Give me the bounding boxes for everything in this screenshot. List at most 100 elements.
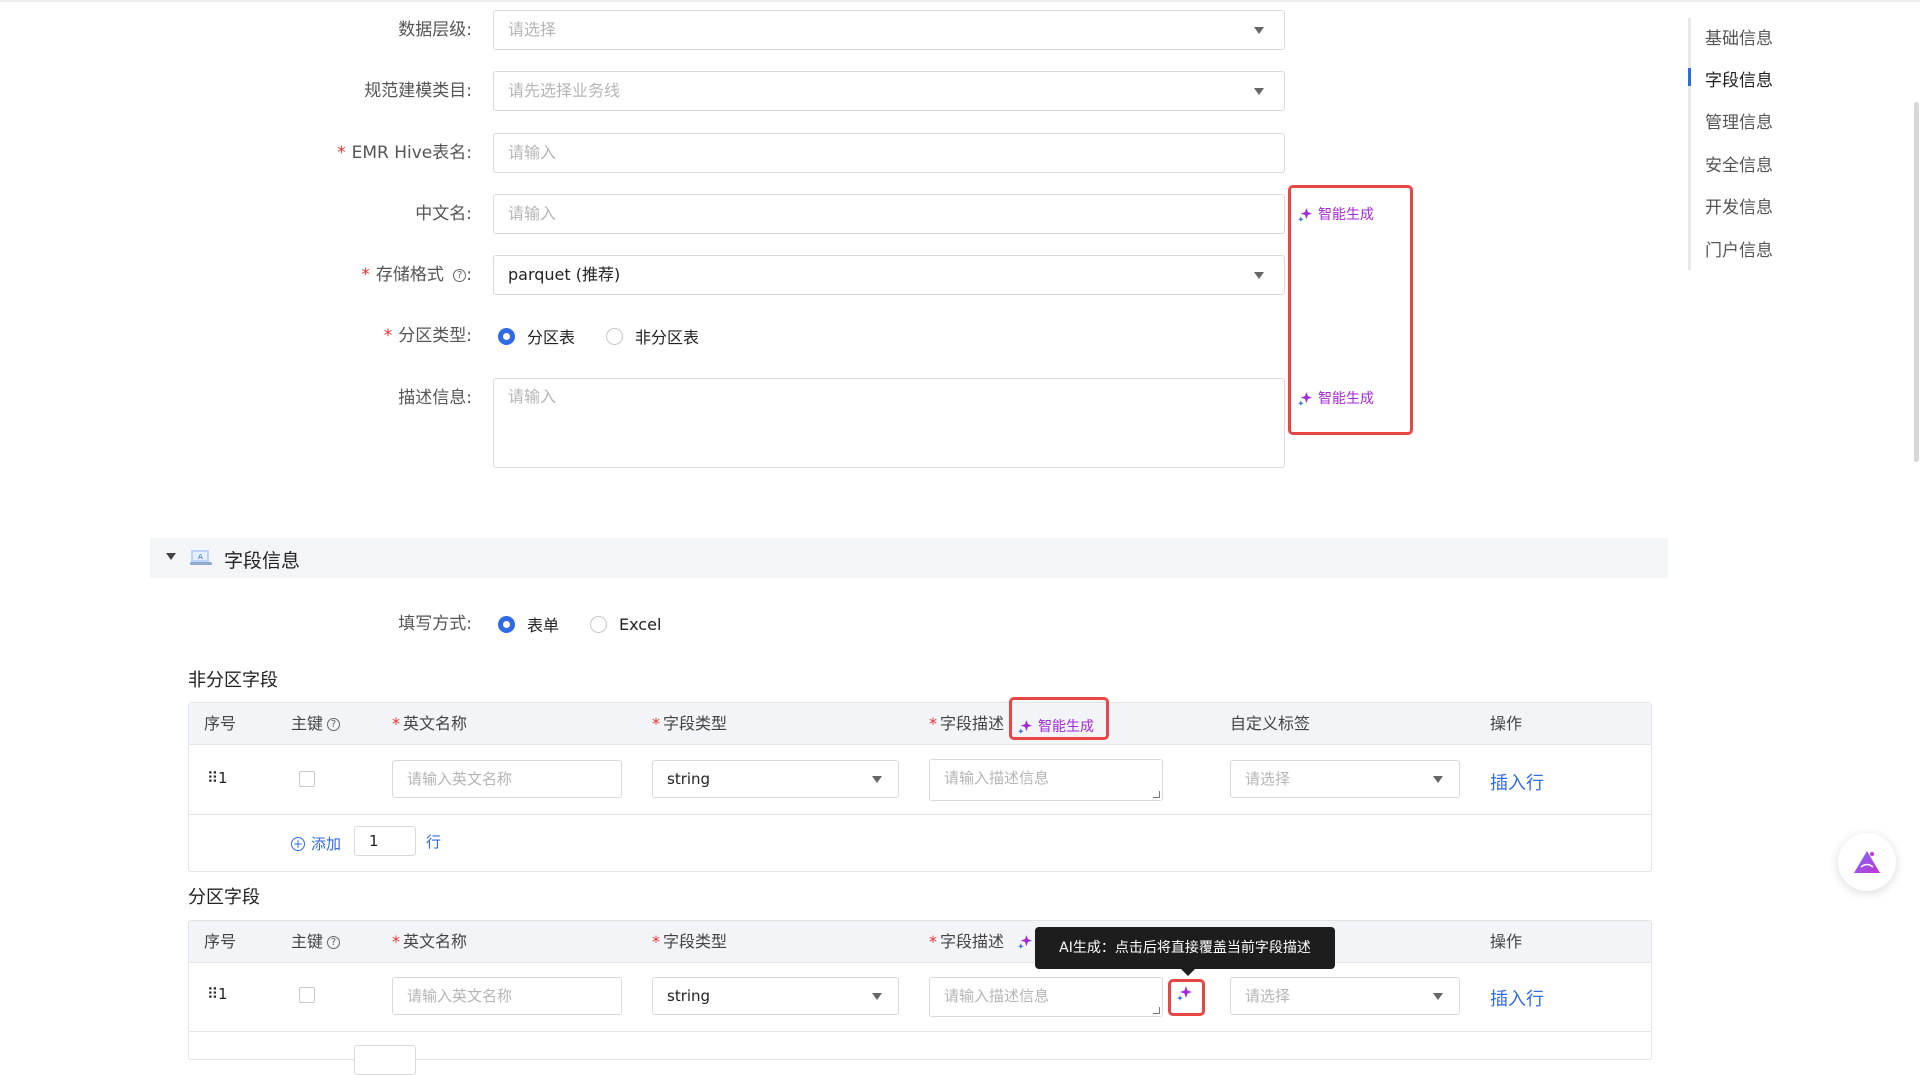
radio-non-partition-table[interactable]: 非分区表 — [606, 324, 699, 348]
sparkle-icon[interactable] — [1018, 934, 1033, 953]
chevron-down-icon — [1254, 27, 1264, 34]
help-icon[interactable]: ? — [453, 268, 467, 282]
partition-table: 序号 主键? * 英文名称 * 字段类型 * 字段描述 操作 ⠿1 请输入英文名称 s… — [188, 920, 1652, 1075]
col-index: 序号 — [204, 714, 237, 733]
plus-circle-icon: + — [291, 836, 305, 851]
hive-table-label: * EMR Hive表名: — [337, 143, 472, 163]
add-row-unit: 行 — [426, 833, 442, 851]
radio-checked-icon — [498, 327, 515, 345]
col-actions: 操作 — [1490, 932, 1523, 951]
radio-partition-table[interactable]: 分区表 — [498, 324, 575, 348]
chevron-down-icon — [1254, 88, 1264, 95]
fill-mode-label: 填写方式: — [398, 614, 472, 634]
radio-fill-excel[interactable]: Excel — [590, 612, 661, 636]
description-textarea[interactable]: 请输入 — [493, 378, 1285, 468]
nav-item-management-info[interactable]: 管理信息 — [1705, 108, 1773, 133]
anchor-nav-indicator — [1688, 68, 1691, 86]
insert-row-link[interactable]: 插入行 — [1490, 769, 1544, 795]
highlight-box — [1009, 697, 1109, 740]
modeling-category-select[interactable]: 请先选择业务线 — [493, 71, 1285, 111]
primary-key-checkbox[interactable] — [299, 987, 315, 1003]
storage-format-value: parquet (推荐) — [508, 265, 621, 284]
col-en-name: * 英文名称 — [392, 932, 468, 951]
modeling-category-placeholder: 请先选择业务线 — [508, 81, 621, 100]
col-field-type: * 字段类型 — [652, 714, 728, 733]
col-actions: 操作 — [1490, 714, 1523, 733]
ai-assistant-icon — [1854, 851, 1880, 873]
add-row-count-input[interactable] — [354, 1045, 416, 1075]
chevron-down-icon — [1433, 993, 1443, 1000]
section-table-icon: A — [190, 548, 212, 570]
data-level-label: 数据层级: — [398, 20, 472, 40]
partition-title: 分区字段 — [188, 887, 260, 908]
partition-type-label: * 分区类型: — [383, 326, 472, 346]
field-desc-textarea[interactable]: 请输入描述信息 — [929, 977, 1163, 1017]
nav-item-development-info[interactable]: 开发信息 — [1705, 193, 1773, 218]
data-level-select[interactable]: 请选择 — [493, 10, 1285, 50]
field-type-select[interactable]: string — [652, 760, 899, 798]
chevron-down-icon — [872, 776, 882, 783]
section-title: 字段信息 — [224, 550, 301, 572]
ai-tooltip: AI生成：点击后将直接覆盖当前字段描述 — [1035, 927, 1335, 976]
nav-item-portal-info[interactable]: 门户信息 — [1705, 236, 1773, 261]
table-header: 序号 主键? * 英文名称 * 字段类型 * 字段描述 操作 — [189, 921, 1651, 963]
radio-fill-form[interactable]: 表单 — [498, 612, 559, 636]
top-divider — [0, 0, 1920, 2]
cn-name-input[interactable]: 请输入 — [493, 194, 1285, 234]
chevron-down-icon — [1254, 272, 1264, 279]
cn-name-placeholder: 请输入 — [508, 204, 557, 223]
en-name-input[interactable]: 请输入英文名称 — [392, 977, 622, 1015]
drag-handle-icon[interactable]: ⠿ — [207, 985, 218, 1003]
cn-name-label: 中文名: — [415, 204, 472, 224]
drag-handle-icon[interactable]: ⠿ — [207, 769, 218, 787]
highlight-box — [1168, 979, 1205, 1016]
add-row-button[interactable]: + 添加 — [291, 833, 341, 854]
description-placeholder: 请输入 — [508, 387, 557, 406]
row-divider — [189, 1031, 1651, 1032]
col-field-type: * 字段类型 — [652, 932, 728, 951]
col-custom-tag: 自定义标签 — [1230, 714, 1311, 733]
ai-assistant-button[interactable] — [1838, 833, 1896, 891]
nav-item-basic-info[interactable]: 基础信息 — [1705, 24, 1773, 49]
en-name-input[interactable]: 请输入英文名称 — [392, 760, 622, 798]
primary-key-checkbox[interactable] — [299, 771, 315, 787]
radio-unchecked-icon — [590, 615, 607, 633]
highlight-box — [1288, 185, 1413, 435]
data-level-placeholder: 请选择 — [508, 20, 557, 39]
table-header: 序号 主键? * 英文名称 * 字段类型 * 字段描述 智能生成 自定义标签 操作 — [189, 703, 1651, 745]
svg-text:A: A — [198, 553, 203, 561]
custom-tag-select[interactable]: 请选择 — [1230, 977, 1460, 1015]
collapse-caret-icon[interactable] — [166, 553, 176, 560]
resize-handle-icon[interactable] — [1153, 791, 1160, 798]
insert-row-link[interactable]: 插入行 — [1490, 985, 1544, 1011]
hive-table-input[interactable]: 请输入 — [493, 133, 1285, 173]
row-index: ⠿1 — [207, 985, 228, 1003]
radio-unchecked-icon — [606, 327, 623, 345]
col-en-name: * 英文名称 — [392, 714, 468, 733]
col-field-desc: * 字段描述 — [929, 714, 1005, 733]
field-type-select[interactable]: string — [652, 977, 899, 1015]
col-primary-key: 主键? — [291, 703, 341, 745]
nav-item-field-info[interactable]: 字段信息 — [1705, 66, 1773, 91]
scrollbar[interactable] — [1914, 102, 1919, 462]
custom-tag-select[interactable]: 请选择 — [1230, 760, 1460, 798]
chevron-down-icon — [1433, 776, 1443, 783]
storage-format-select[interactable]: parquet (推荐) — [493, 255, 1285, 295]
row-index: ⠿1 — [207, 769, 228, 787]
field-info-section-header[interactable] — [150, 538, 1668, 578]
help-icon[interactable]: ? — [327, 936, 341, 949]
anchor-nav-track — [1688, 18, 1691, 270]
resize-handle-icon[interactable] — [1153, 1007, 1160, 1014]
col-primary-key: 主键? — [291, 921, 341, 963]
col-index: 序号 — [204, 932, 237, 951]
col-field-desc: * 字段描述 — [929, 932, 1005, 951]
description-label: 描述信息: — [398, 388, 472, 408]
chevron-down-icon — [872, 993, 882, 1000]
hive-table-placeholder: 请输入 — [508, 143, 557, 162]
field-desc-textarea[interactable]: 请输入描述信息 — [929, 759, 1163, 801]
help-icon[interactable]: ? — [327, 718, 341, 731]
non-partition-table: 序号 主键? * 英文名称 * 字段类型 * 字段描述 智能生成 自定义标签 操作 ⠿… — [188, 702, 1652, 872]
row-divider — [189, 814, 1651, 815]
nav-item-security-info[interactable]: 安全信息 — [1705, 151, 1773, 176]
add-row-count-input[interactable]: 1 — [354, 826, 416, 856]
